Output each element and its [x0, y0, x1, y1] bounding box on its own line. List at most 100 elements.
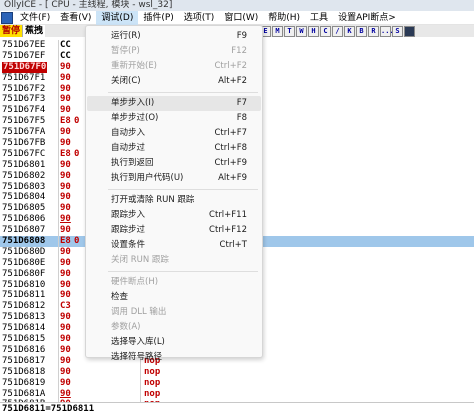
- info-line: 751D6811=751D6811: [0, 402, 474, 415]
- menu-file[interactable]: 文件(F): [15, 11, 55, 25]
- menu-item-shortcut: Ctrl+F2: [214, 61, 247, 71]
- menu-item-shortcut: Ctrl+T: [219, 240, 247, 250]
- debug-menu-item: 重新开始(E) Ctrl+F2: [87, 59, 261, 74]
- row-hex: E8: [60, 236, 71, 247]
- menu-item-label: 硬件断点(H): [111, 277, 159, 287]
- toolbar-button-8[interactable]: B: [356, 25, 368, 37]
- disasm-row[interactable]: 751D6819 90 nop: [0, 378, 474, 389]
- menu-item-shortcut: F12: [231, 46, 247, 56]
- menu-item-label: 关闭 RUN 跟踪: [111, 255, 169, 265]
- menu-item-label: 调用 DLL 输出: [111, 307, 167, 317]
- menu-options[interactable]: 选项(T): [179, 11, 220, 25]
- row-hex: 90: [60, 377, 71, 388]
- debug-menu-item[interactable]: 检查: [87, 290, 261, 305]
- debug-menu-item[interactable]: 打开或清除 RUN 跟踪: [87, 193, 261, 208]
- menu-item-shortcut: Alt+F9: [218, 173, 247, 183]
- menu-api-breakpoint[interactable]: 设置API断点>: [333, 11, 401, 25]
- menu-tools[interactable]: 工具: [305, 11, 333, 25]
- row-address: 751D681A: [2, 388, 46, 399]
- menu-item-label: 自动步入: [111, 128, 146, 138]
- title-bar: OllyICE - [ CPU - 主线程, 模块 - wsl_32]: [0, 0, 474, 11]
- debug-menu-item[interactable]: 跟踪步入 Ctrl+F11: [87, 208, 261, 223]
- row-hex: 90: [60, 290, 71, 301]
- toolbar-button-7[interactable]: K: [344, 25, 356, 37]
- row-address: 751D6802: [2, 170, 46, 181]
- menu-item-label: 参数(A): [111, 322, 141, 332]
- menu-window[interactable]: 窗口(W): [219, 11, 263, 25]
- row-address: 751D680D: [2, 246, 46, 257]
- debug-menu-dropdown: 运行(R) F9 暂停(P) F12 重新开始(E) Ctrl+F2 关闭(C) Alt+F2…: [85, 25, 263, 362]
- row-hex-extra: 0: [74, 236, 80, 247]
- row-address: 751D6805: [2, 203, 46, 214]
- row-hex: 90: [60, 181, 71, 192]
- row-hex: 90: [60, 61, 71, 72]
- toolbar-button-11[interactable]: S: [392, 25, 404, 37]
- row-hex: 90: [60, 388, 71, 399]
- row-address: 751D67F4: [2, 105, 46, 116]
- menu-item-shortcut: Ctrl+F9: [214, 158, 247, 168]
- toolbar-button-10[interactable]: ...: [380, 25, 394, 37]
- row-address: 751D67F5: [2, 116, 46, 127]
- row-address: 751D680E: [2, 257, 46, 268]
- row-address: 751D6810: [2, 279, 46, 290]
- debug-menu-item[interactable]: 单步步入(I) F7: [87, 96, 261, 111]
- menu-item-label: 选择导入库(L): [111, 337, 165, 347]
- row-address: 751D67EF: [2, 50, 46, 61]
- debug-menu-item: 硬件断点(H): [87, 275, 261, 290]
- menu-item-shortcut: Ctrl+F8: [214, 143, 247, 153]
- toolbar-buttons: E M T W H C / K B R... S: [260, 25, 416, 37]
- menu-plugins[interactable]: 插件(P): [138, 11, 178, 25]
- row-address: 751D67F2: [2, 83, 46, 94]
- debug-menu-item[interactable]: 执行到返回 Ctrl+F9: [87, 156, 261, 171]
- row-hex: 90: [60, 246, 71, 257]
- debug-menu-item[interactable]: 选择符号路径: [87, 350, 261, 365]
- debug-menu-item[interactable]: 设置条件 Ctrl+T: [87, 238, 261, 253]
- debug-menu-item[interactable]: 选择导入库(L): [87, 335, 261, 350]
- debug-menu-item[interactable]: 执行到用户代码(U) Alt+F9: [87, 171, 261, 186]
- column-divider: [58, 40, 59, 402]
- row-hex: 90: [60, 127, 71, 138]
- row-hex: CC: [60, 40, 71, 50]
- row-hex: 90: [60, 203, 71, 214]
- disasm-row[interactable]: 751D681A 90 nop: [0, 389, 474, 400]
- toolbar-button-1[interactable]: M: [272, 25, 284, 37]
- menu-debug[interactable]: 调试(D): [96, 10, 139, 25]
- menu-item-label: 关闭(C): [111, 76, 141, 86]
- row-hex: 90: [60, 344, 71, 355]
- menu-item-shortcut: Ctrl+F12: [209, 225, 247, 235]
- debug-menu-item: 关闭 RUN 跟踪: [87, 253, 261, 268]
- row-instruction: nop: [144, 377, 161, 388]
- row-address: 751D6818: [2, 366, 46, 377]
- row-address: 751D6811: [2, 290, 46, 301]
- debug-menu-item[interactable]: 自动步入 Ctrl+F7: [87, 126, 261, 141]
- menu-help[interactable]: 帮助(H): [263, 11, 305, 25]
- menu-view[interactable]: 查看(V): [55, 11, 96, 25]
- debug-menu-item: 暂停(P) F12: [87, 44, 261, 59]
- menu-item-label: 单步步入(I): [111, 98, 155, 108]
- toolbar-button-3[interactable]: W: [296, 25, 308, 37]
- debug-menu-item[interactable]: 单步步过(O) F8: [87, 111, 261, 126]
- toolbar-button-5[interactable]: C: [320, 25, 332, 37]
- row-hex: 90: [60, 159, 71, 170]
- row-address: 751D6816: [2, 344, 46, 355]
- row-address: 751D6803: [2, 181, 46, 192]
- row-hex: 90: [60, 138, 71, 149]
- debug-menu-item[interactable]: 跟踪步过 Ctrl+F12: [87, 223, 261, 238]
- debug-menu-item[interactable]: 自动步过 Ctrl+F8: [87, 141, 261, 156]
- paused-status: 暂停: [0, 25, 23, 37]
- disasm-row[interactable]: 751D6818 90 nop: [0, 367, 474, 378]
- toolbar-button-12[interactable]: [404, 25, 416, 37]
- toolbar-button-6[interactable]: /: [332, 25, 344, 37]
- row-address: 751D67F1: [2, 72, 46, 83]
- debug-menu-item[interactable]: 运行(R) F9: [87, 29, 261, 44]
- menu-item-label: 重新开始(E): [111, 61, 158, 71]
- row-address: 751D6801: [2, 159, 46, 170]
- debug-menu-item[interactable]: 关闭(C) Alt+F2: [87, 74, 261, 89]
- menu-item-label: 选择符号路径: [111, 352, 163, 362]
- menu-separator: [108, 271, 258, 272]
- toolbar-button-2[interactable]: T: [284, 25, 296, 37]
- toolbar-button-9[interactable]: R: [368, 25, 380, 37]
- menu-item-label: 检查: [111, 292, 129, 302]
- toolbar-button-4[interactable]: H: [308, 25, 320, 37]
- row-hex: C3: [60, 301, 71, 312]
